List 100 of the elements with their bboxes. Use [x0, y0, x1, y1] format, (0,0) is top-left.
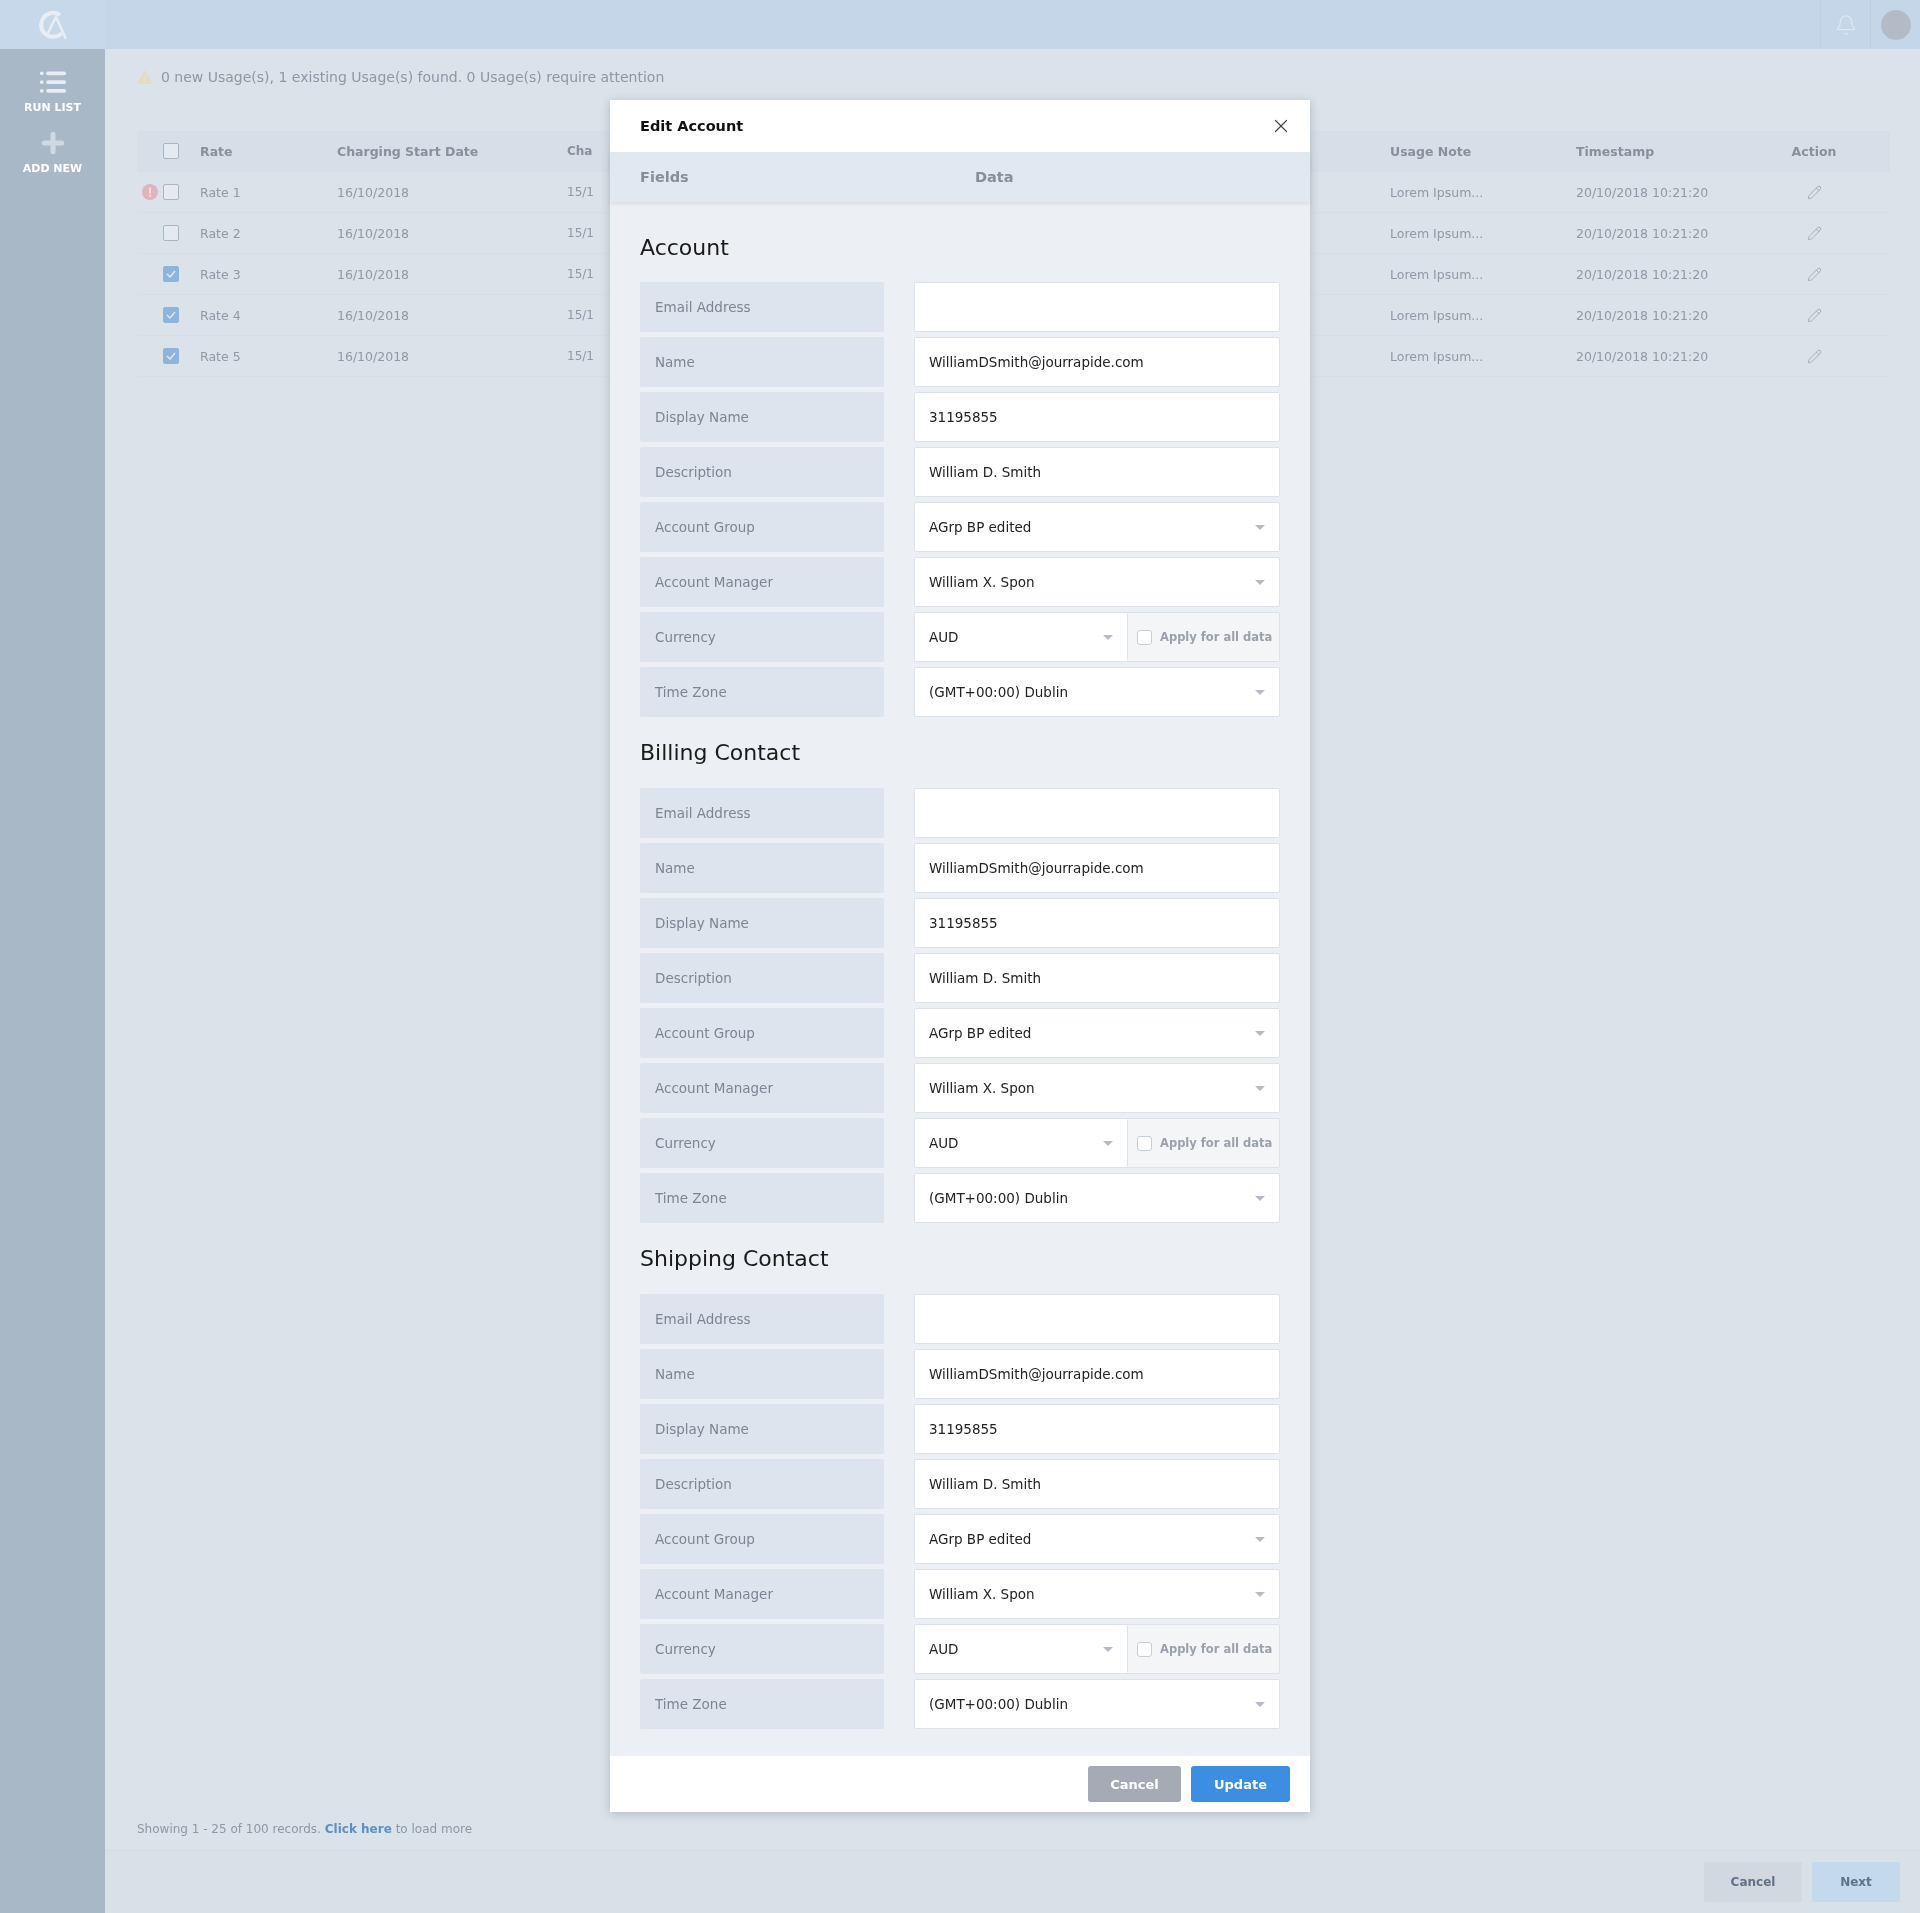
text-field[interactable]: William D. Smith [914, 953, 1280, 1003]
table-cell: Rate 2 [200, 225, 241, 241]
dropdown[interactable]: AUD [915, 1119, 1128, 1167]
field-label: Display Name [640, 392, 884, 442]
text-field[interactable] [914, 282, 1280, 332]
field-label: Currency [640, 1624, 884, 1674]
table-cell: 16/10/2018 [337, 184, 410, 200]
text-field[interactable] [914, 1294, 1280, 1344]
edit-icon[interactable] [1806, 348, 1822, 364]
field-label: Account Group [640, 1514, 884, 1564]
warning-icon [137, 70, 153, 84]
caret-icon [1255, 1591, 1265, 1597]
column-header: Data [975, 169, 1015, 185]
edit-icon[interactable] [1806, 225, 1822, 241]
dropdown[interactable]: AUD [915, 613, 1128, 661]
table-cell: 20/10/2018 10:21:20 [1576, 266, 1709, 282]
field-label: Time Zone [640, 1679, 884, 1729]
table-cell: 15/1 [567, 185, 594, 199]
checkbox[interactable] [163, 307, 179, 323]
table-cell: Lorem Ipsum... [1390, 266, 1484, 282]
field-label: Description [640, 447, 884, 497]
caret-icon [1255, 1030, 1265, 1036]
text-field[interactable]: 31195855 [914, 392, 1280, 442]
section-title: Account [640, 233, 730, 262]
table-cell: Lorem Ipsum... [1390, 307, 1484, 323]
text-field[interactable]: William D. Smith [914, 447, 1280, 497]
notification-icon[interactable] [1834, 13, 1857, 36]
table-cell: 15/1 [567, 349, 594, 363]
field-label: Currency [640, 1118, 884, 1168]
table-cell: Rate 5 [200, 348, 241, 364]
check-icon [166, 352, 176, 360]
caret-icon [1255, 579, 1265, 585]
field-label: Display Name [640, 1404, 884, 1454]
table-cell: 16/10/2018 [337, 225, 410, 241]
text-field[interactable]: WilliamDSmith@jourrapide.com [914, 843, 1280, 893]
field-label: Email Address [640, 282, 884, 332]
checkbox[interactable] [163, 348, 179, 364]
caret-icon [1255, 1701, 1265, 1707]
table-cell: 16/10/2018 [337, 266, 410, 282]
column-header: Cha [567, 144, 593, 158]
caret-icon [1103, 1140, 1113, 1146]
table-cell: Lorem Ipsum... [1390, 348, 1484, 364]
table-cell: Lorem Ipsum... [1390, 184, 1484, 200]
dropdown[interactable]: William X. Spon [914, 1063, 1280, 1113]
dropdown[interactable]: William X. Spon [914, 1569, 1280, 1619]
checkbox[interactable] [163, 184, 179, 200]
field-label: Account Group [640, 1008, 884, 1058]
avatar[interactable] [1880, 9, 1911, 40]
text-field[interactable] [914, 788, 1280, 838]
dropdown[interactable]: AGrp BP edited [914, 1514, 1280, 1564]
column-header: Timestamp [1576, 143, 1655, 159]
checkbox[interactable] [1137, 1135, 1152, 1151]
field-label: Name [640, 843, 884, 893]
field-label: Name [640, 337, 884, 387]
edit-icon[interactable] [1806, 266, 1822, 282]
table-cell: Rate 1 [200, 184, 241, 200]
text-field[interactable]: William D. Smith [914, 1459, 1280, 1509]
table-cell: Rate 4 [200, 307, 241, 323]
caret-icon [1103, 1646, 1113, 1652]
table-cell: 15/1 [567, 267, 594, 281]
table-cell: 16/10/2018 [337, 348, 410, 364]
text-field[interactable]: WilliamDSmith@jourrapide.com [914, 1349, 1280, 1399]
logo-icon [37, 8, 68, 41]
field-label: Name [640, 1349, 884, 1399]
column-header: Fields [640, 169, 690, 185]
column-header: Usage Note [1390, 143, 1472, 159]
checkbox[interactable] [1137, 1641, 1152, 1657]
checkbox[interactable] [163, 143, 179, 159]
field-label: Description [640, 1459, 884, 1509]
field-label: Account Group [640, 502, 884, 552]
caret-icon [1255, 524, 1265, 530]
text-field[interactable]: 31195855 [914, 898, 1280, 948]
table-cell: 20/10/2018 10:21:20 [1576, 225, 1709, 241]
dialog-title: Edit Account [640, 118, 744, 134]
edit-icon[interactable] [1806, 184, 1822, 200]
checkbox[interactable] [163, 225, 179, 241]
text-field[interactable]: WilliamDSmith@jourrapide.com [914, 337, 1280, 387]
caret-icon [1103, 634, 1113, 640]
dropdown[interactable]: AUD [915, 1625, 1128, 1673]
table-cell: 15/1 [567, 308, 594, 322]
dropdown[interactable]: (GMT+00:00) Dublin [914, 1173, 1280, 1223]
checkbox[interactable] [1137, 629, 1152, 645]
field-label: Currency [640, 612, 884, 662]
caret-icon [1255, 689, 1265, 695]
dropdown[interactable]: AGrp BP edited [914, 502, 1280, 552]
section-title: Shipping Contact [640, 1245, 830, 1273]
dropdown[interactable]: William X. Spon [914, 557, 1280, 607]
dropdown[interactable]: (GMT+00:00) Dublin [914, 1679, 1280, 1729]
table-cell: 20/10/2018 10:21:20 [1576, 307, 1709, 323]
dropdown[interactable]: AGrp BP edited [914, 1008, 1280, 1058]
dropdown[interactable]: (GMT+00:00) Dublin [914, 667, 1280, 717]
records-note: Showing 1 - 25 of 100 records. Click here to load more [137, 1822, 474, 1838]
table-cell: 15/1 [567, 226, 594, 240]
column-header: Rate [200, 143, 233, 159]
field-label: Time Zone [640, 1173, 884, 1223]
checkbox[interactable] [163, 266, 179, 282]
edit-icon[interactable] [1806, 307, 1822, 323]
notice-text: 0 new Usage(s), 1 existing Usage(s) found. 0 Usage(s) require attention [161, 69, 665, 85]
text-field[interactable]: 31195855 [914, 1404, 1280, 1454]
field-label: Account Manager [640, 557, 884, 607]
